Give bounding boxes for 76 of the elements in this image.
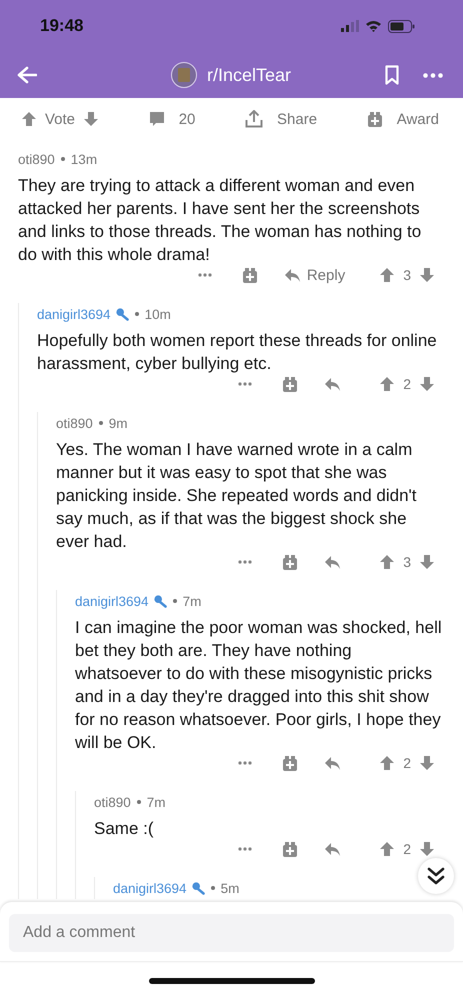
comment-age: 7m [146,794,166,810]
avatar [171,62,197,88]
bookmark-icon[interactable] [385,65,399,85]
signal-icon [341,20,359,32]
upvote-icon[interactable] [379,554,396,570]
dot-separator-icon [60,157,65,161]
username[interactable]: oti890 [94,794,131,810]
reply-button[interactable]: Reply [284,266,346,284]
upvote-icon[interactable] [379,376,396,392]
comment-text: They are trying to attack a different woman and even attacked her parents. I have sent her the screenshots and links to those threads. The woman has nothing to do with this whole drama! [18,175,422,266]
comment-text: Same :( [94,818,155,840]
comment-text: Hopefully both women report these threads for online harassment, cyber bullying etc. [37,330,438,375]
reply-arrow-icon [284,267,301,283]
comment-text: Yes. The woman I have warned wrote in a calm manner but it was easy to spot that she was panicking inside. She repeated words and didn't say much, as if that was the biggest shock she ever had. [56,439,418,553]
more-icon[interactable] [238,382,252,386]
username[interactable]: danigirl3694 [37,306,111,322]
downvote-icon[interactable] [419,554,435,570]
wifi-icon [365,20,382,32]
microphone-icon [192,882,205,894]
username[interactable]: danigirl3694 [113,880,187,896]
subreddit-name[interactable]: r/IncelTear [207,64,292,86]
reply-arrow-icon[interactable] [324,376,342,392]
status-time: 19:48 [40,16,84,36]
upvote-icon[interactable] [379,267,396,283]
comment-age: 9m [108,416,128,430]
comments-button[interactable]: 20 [148,110,196,128]
comment-bubble-icon [148,111,165,127]
reply-arrow-icon[interactable] [324,755,342,771]
more-icon[interactable] [238,761,252,765]
more-icon[interactable] [198,273,212,277]
dot-separator-icon [136,800,141,804]
vote-count: 2 [403,755,411,771]
gift-icon [366,110,383,128]
upload-icon [245,110,264,128]
microphone-icon [154,594,167,608]
upvote-icon[interactable] [21,111,37,127]
back-arrow-icon[interactable] [17,66,37,84]
gift-icon[interactable] [282,840,298,858]
dot-separator-icon [210,886,215,890]
upvote-icon[interactable] [379,841,396,857]
vote-label: Vote [45,110,76,128]
upvote-icon[interactable] [379,755,396,771]
reply-arrow-icon[interactable] [324,841,342,857]
gift-icon[interactable] [282,754,298,772]
downvote-icon[interactable] [419,267,435,283]
gift-icon[interactable] [282,554,298,570]
username[interactable]: oti890 [18,152,55,166]
comment-age: 10m [144,306,171,322]
vote-count: 3 [403,267,411,283]
vote-count: 2 [403,376,411,392]
vote-count: 2 [403,841,411,857]
comment-field[interactable]: Add a comment [9,914,454,952]
gift-icon[interactable] [242,266,258,284]
comment-text: I can imagine the poor woman was shocked, hell bet they both are. They have nothing whatsoever to do with these misogynistic pricks and in a day they're dragged into this shit show for no reason whatsoever. Poor girls, I hope they will be OK. [75,617,443,754]
microphone-icon [116,308,129,320]
more-icon[interactable] [238,847,252,851]
comment-age: 5m [220,880,240,896]
share-button[interactable]: Share [245,110,318,128]
downvote-icon[interactable] [83,111,100,127]
comment-age: 7m [182,594,202,608]
dot-separator-icon [172,599,177,603]
dot-separator-icon [134,312,139,316]
more-icon[interactable] [423,72,443,78]
comment-age: 13m [70,152,98,166]
reply-arrow-icon[interactable] [324,554,342,570]
downvote-icon[interactable] [419,841,435,857]
gift-icon[interactable] [282,376,298,392]
username[interactable]: oti890 [56,416,93,430]
username[interactable]: danigirl3694 [75,594,149,608]
downvote-icon[interactable] [419,376,435,392]
downvote-icon[interactable] [419,755,435,771]
dot-separator-icon [98,421,103,425]
vote-count: 3 [403,554,411,570]
award-button[interactable]: Award [366,110,439,128]
battery-icon [388,20,415,32]
more-icon[interactable] [238,560,252,564]
